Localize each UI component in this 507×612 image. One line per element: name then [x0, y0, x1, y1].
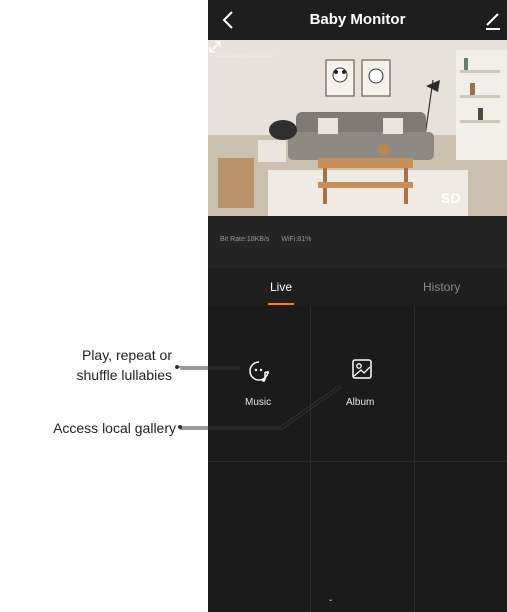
annotation-connectors [175, 365, 343, 430]
